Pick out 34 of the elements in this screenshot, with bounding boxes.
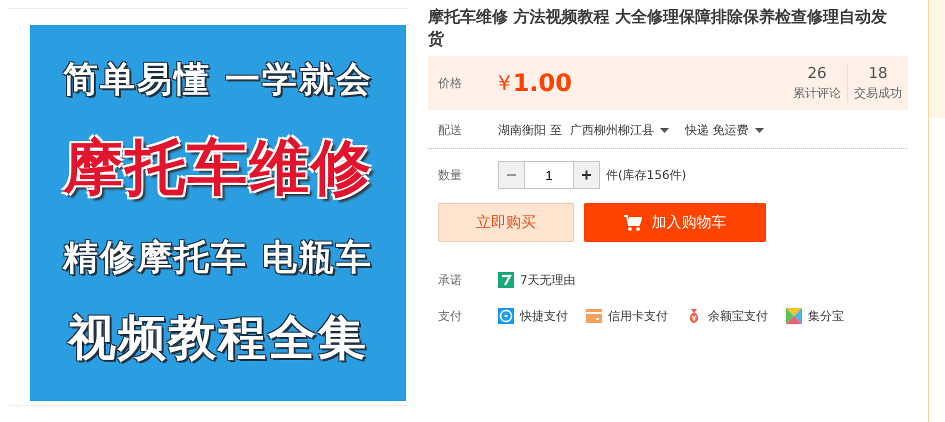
cart-icon bbox=[624, 214, 642, 230]
lightning-icon bbox=[498, 308, 514, 324]
quantity-label: 数量 bbox=[438, 166, 463, 184]
shipping-dropdown[interactable]: 快递 免运费 bbox=[684, 122, 764, 138]
payment-method[interactable]: 快捷支付 bbox=[520, 308, 568, 324]
product-title: 摩托车维修 方法视频教程 大全修理保障排除保养检查修理自动发货 bbox=[428, 6, 888, 50]
tiles-icon bbox=[786, 308, 802, 324]
delivery-label: 配送 bbox=[438, 122, 463, 138]
price-label: 价格 bbox=[438, 74, 463, 92]
quantity-input[interactable]: 1 bbox=[525, 161, 573, 189]
poster-text: 精修摩托车 电瓶车 bbox=[62, 237, 374, 280]
price-value: 1.00 bbox=[512, 69, 572, 97]
payment-method[interactable]: 余额宝支付 bbox=[708, 308, 768, 324]
caret-icon bbox=[660, 128, 669, 132]
stat-count: 26 bbox=[807, 64, 827, 82]
destination-dropdown[interactable]: 广西柳州柳江县 bbox=[570, 122, 669, 138]
caret-icon bbox=[754, 128, 764, 132]
payment-method[interactable]: 集分宝 bbox=[808, 308, 844, 324]
promise-text: 7天无理由 bbox=[520, 272, 576, 288]
stat-label: 累计评论 bbox=[793, 85, 841, 102]
stat-count: 18 bbox=[868, 64, 888, 82]
origin-text: 湖南衡阳 至 bbox=[498, 122, 562, 138]
poster-text: 摩托车维修 bbox=[63, 132, 373, 205]
payment-label: 支付 bbox=[438, 308, 463, 324]
stat-label: 交易成功 bbox=[854, 85, 902, 102]
poster-text: 简单易懂 一学就会 bbox=[62, 58, 374, 102]
poster-text: 视频教程全集 bbox=[68, 309, 368, 368]
credit-card-icon bbox=[586, 308, 602, 324]
promise-label: 承诺 bbox=[438, 272, 463, 288]
payment-method[interactable]: 信用卡支付 bbox=[608, 308, 668, 324]
stock-text: 件(库存156件) bbox=[606, 166, 686, 184]
plus-button[interactable]: + bbox=[573, 161, 600, 189]
return-badge-icon bbox=[498, 272, 514, 288]
currency-symbol: ¥ bbox=[498, 71, 511, 95]
